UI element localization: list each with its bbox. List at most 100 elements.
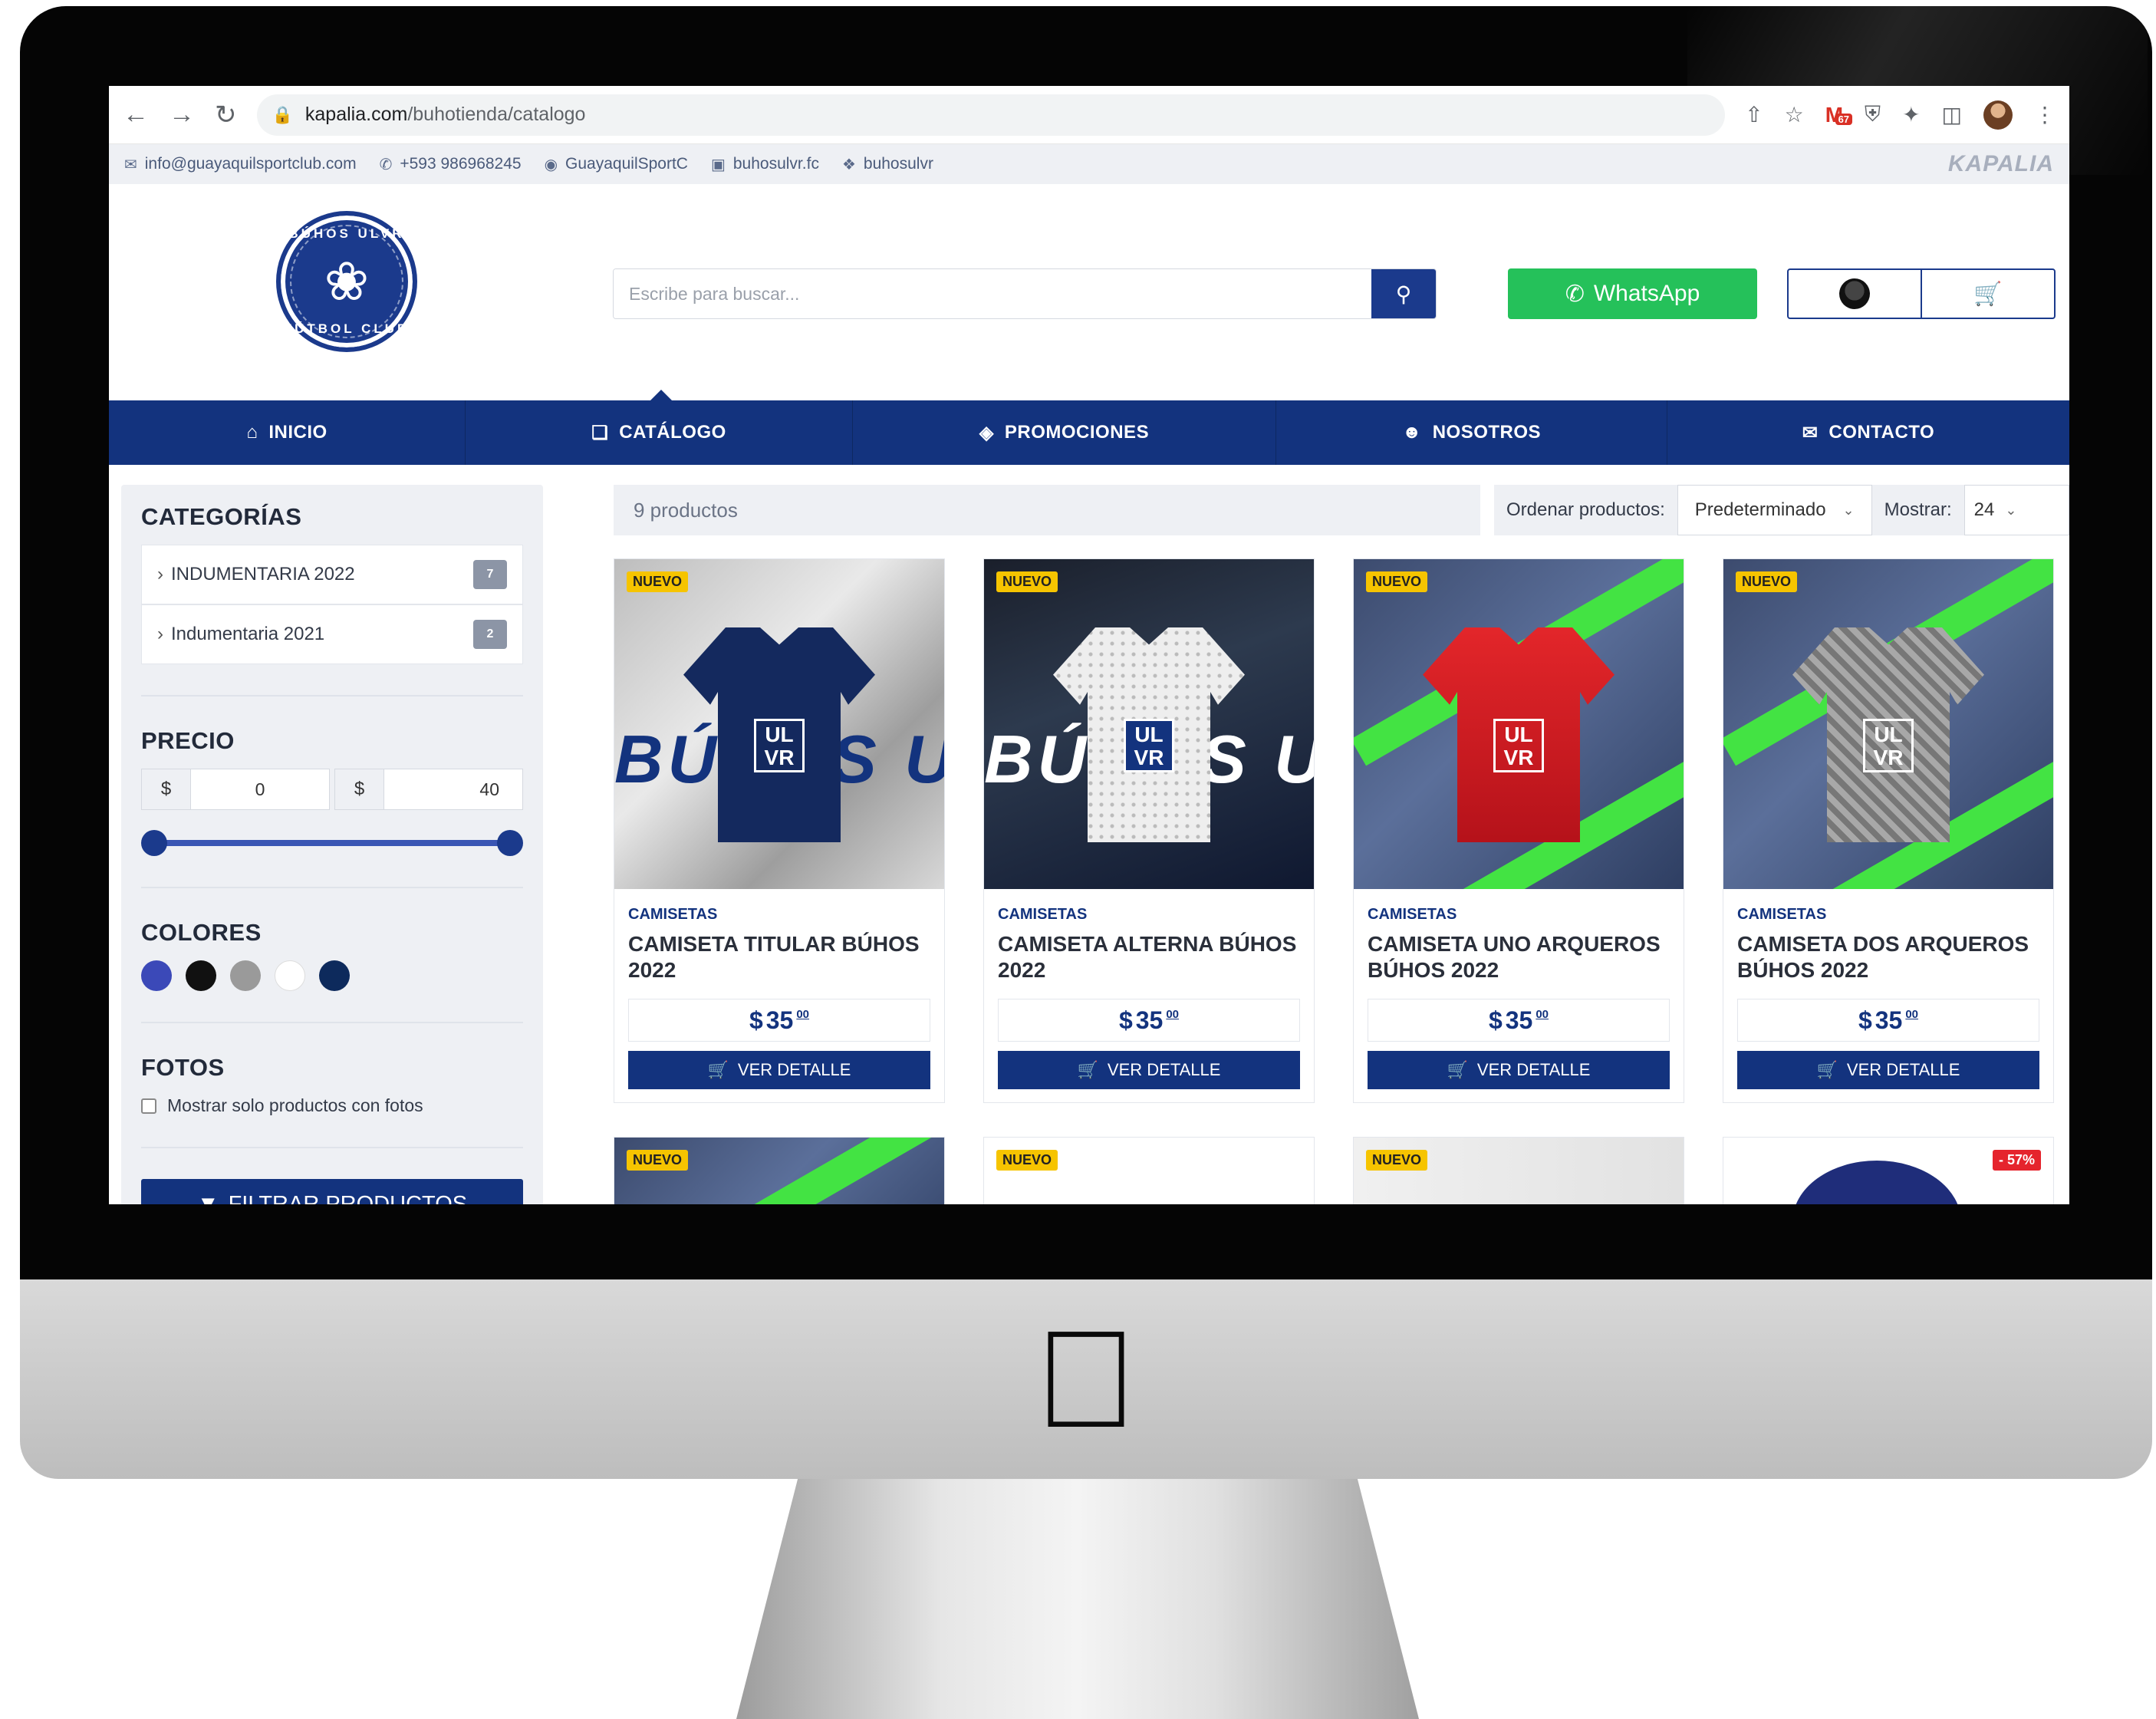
category-count: 2: [473, 620, 507, 649]
slider-min-handle[interactable]: [141, 830, 167, 856]
view-detail-button[interactable]: 🛒 VER DETALLE: [998, 1051, 1300, 1089]
product-name[interactable]: CAMISETA DOS ARQUEROS BÚHOS 2022: [1737, 931, 2039, 983]
club-logo[interactable]: BÚHOS ULVR ❀ FÚTBOL CLUB: [276, 211, 417, 352]
color-swatch[interactable]: [230, 960, 261, 991]
product-image[interactable]: NUEVO: [984, 1138, 1314, 1204]
apple-logo-icon: : [1035, 1300, 1138, 1459]
bookmark-star-icon[interactable]: ☆: [1785, 102, 1804, 127]
extensions-puzzle-icon[interactable]: ✦: [1902, 102, 1920, 127]
logo-bottom-text: FÚTBOL CLUB: [283, 321, 410, 336]
product-card: NUEVO: [614, 1137, 945, 1204]
chevron-right-icon: ›: [157, 624, 163, 644]
product-image[interactable]: NUEVO BÚHOS ULVR UL VR: [984, 559, 1314, 889]
browser-actions: ⇧ ☆ M 67 ⛨ ✦ ◫ ⋮: [1745, 100, 2056, 130]
whatsapp-button[interactable]: ✆ WhatsApp: [1508, 268, 1757, 319]
view-detail-button[interactable]: 🛒 VER DETALLE: [1737, 1051, 2039, 1089]
search-bar: ⚲: [613, 268, 1437, 319]
sort-label: Ordenar productos:: [1506, 499, 1665, 520]
product-image[interactable]: - 57%: [1723, 1138, 2053, 1204]
sort-bar: Ordenar productos: Predeterminado ⌄ Mostr…: [1494, 485, 2069, 535]
more-menu-icon[interactable]: ⋮: [2034, 102, 2056, 127]
category-item[interactable]: › INDUMENTARIA 2022 7: [141, 545, 523, 604]
color-swatch[interactable]: [141, 960, 172, 991]
colors-title: COLORES: [141, 919, 262, 946]
profile-avatar-icon[interactable]: [1983, 100, 2013, 130]
cart-icon: 🛒: [707, 1060, 729, 1079]
price-range-slider[interactable]: [141, 830, 523, 856]
color-swatch[interactable]: [186, 960, 216, 991]
cart-icon: 🛒: [1973, 281, 2003, 307]
twitter-icon: ❖: [841, 156, 856, 173]
shirt-crest: UL VR: [1124, 719, 1174, 772]
phone-link[interactable]: ✆ +593 986968245: [380, 155, 522, 174]
forward-icon[interactable]: →: [169, 100, 195, 130]
new-badge: NUEVO: [996, 571, 1058, 592]
tag-icon: ◈: [979, 422, 994, 443]
slider-track: [153, 840, 511, 846]
filter-products-button[interactable]: ▼ FILTRAR PRODUCTOS: [141, 1179, 523, 1204]
nav-catalogo[interactable]: ❏ CATÁLOGO: [466, 400, 853, 465]
back-icon[interactable]: ←: [123, 100, 149, 130]
show-select[interactable]: 24 ⌄: [1963, 485, 2069, 535]
gmail-count-badge: 67: [1835, 113, 1853, 125]
product-card: NUEVO: [983, 1137, 1315, 1204]
product-name[interactable]: CAMISETA TITULAR BÚHOS 2022: [628, 931, 930, 983]
product-image[interactable]: NUEVO UL VR: [1354, 559, 1684, 889]
nav-contacto[interactable]: ✉ CONTACTO: [1667, 400, 2069, 465]
cart-icon: 🛒: [1447, 1060, 1468, 1079]
cart-button[interactable]: 🛒: [1922, 270, 2054, 318]
product-category: CAMISETAS: [1737, 906, 1827, 923]
gmail-extension-icon[interactable]: M 67: [1825, 103, 1853, 127]
home-icon: ⌂: [246, 422, 258, 443]
nav-promociones[interactable]: ◈ PROMOCIONES: [853, 400, 1276, 465]
product-image[interactable]: NUEVO UL VR: [1723, 559, 2053, 889]
view-detail-button[interactable]: 🛒 VER DETALLE: [1368, 1051, 1670, 1089]
checkbox-box[interactable]: [141, 1098, 156, 1114]
category-item[interactable]: › Indumentaria 2021 2: [141, 604, 523, 664]
instagram-icon: ▣: [710, 156, 726, 173]
price-max-field[interactable]: $40: [334, 769, 523, 810]
product-image[interactable]: NUEVO BÚHOS ULVR UL VR: [614, 559, 944, 889]
price-min-field[interactable]: $0: [141, 769, 330, 810]
reload-icon[interactable]: ↻: [215, 100, 237, 130]
sidepanel-icon[interactable]: ◫: [1942, 102, 1962, 127]
slider-max-handle[interactable]: [497, 830, 523, 856]
twitter-link[interactable]: ❖ buhosulvr: [842, 155, 933, 174]
color-swatch[interactable]: [319, 960, 350, 991]
view-detail-button[interactable]: 🛒 VER DETALLE: [628, 1051, 930, 1089]
browser-toolbar: ← → ↻ 🔒 kapalia.com/buhotienda/catalogo …: [109, 86, 2069, 144]
shirt-crest: UL VR: [754, 719, 805, 772]
share-icon[interactable]: ⇧: [1745, 102, 1763, 127]
discount-badge: - 57%: [1992, 1150, 2041, 1171]
search-input[interactable]: [614, 269, 1371, 318]
instagram-link[interactable]: ▣ buhosulvr.fc: [711, 155, 819, 174]
product-category: CAMISETAS: [628, 906, 718, 923]
search-button[interactable]: ⚲: [1371, 269, 1436, 318]
color-swatch[interactable]: [275, 960, 305, 991]
product-image[interactable]: NUEVO: [1354, 1138, 1684, 1204]
nav-inicio[interactable]: ⌂ INICIO: [109, 400, 466, 465]
email-link[interactable]: ✉ info@guayaquilsportclub.com: [124, 155, 357, 174]
user-cart-box: 🛒: [1787, 268, 2056, 319]
envelope-icon: ✉: [1802, 422, 1819, 443]
nav-nosotros[interactable]: ☻ NOSOTROS: [1276, 400, 1667, 465]
kapalia-brand[interactable]: KAPALIA: [1948, 151, 2054, 177]
envelope-icon: ✉: [124, 156, 137, 173]
product-name[interactable]: CAMISETA UNO ARQUEROS BÚHOS 2022: [1368, 931, 1670, 983]
new-badge: NUEVO: [1366, 571, 1428, 592]
price-inputs: $0 $40: [141, 769, 523, 810]
chevron-down-icon: ⌄: [2005, 502, 2017, 518]
product-name[interactable]: CAMISETA ALTERNA BÚHOS 2022: [998, 931, 1300, 983]
shield-extension-icon[interactable]: ⛨: [1865, 102, 1881, 127]
photos-only-checkbox[interactable]: Mostrar solo productos con fotos: [141, 1095, 523, 1116]
product-image[interactable]: NUEVO: [614, 1138, 944, 1204]
account-button[interactable]: [1789, 270, 1922, 318]
new-badge: NUEVO: [996, 1150, 1058, 1171]
monitor-chin: : [20, 1279, 2152, 1479]
divider: [141, 695, 523, 696]
divider: [141, 887, 523, 888]
color-swatches: [141, 960, 523, 991]
facebook-link[interactable]: ◉ GuayaquilSportC: [545, 155, 688, 174]
sort-select[interactable]: Predeterminado ⌄: [1677, 485, 1872, 535]
address-bar[interactable]: 🔒 kapalia.com/buhotienda/catalogo: [256, 94, 1726, 136]
